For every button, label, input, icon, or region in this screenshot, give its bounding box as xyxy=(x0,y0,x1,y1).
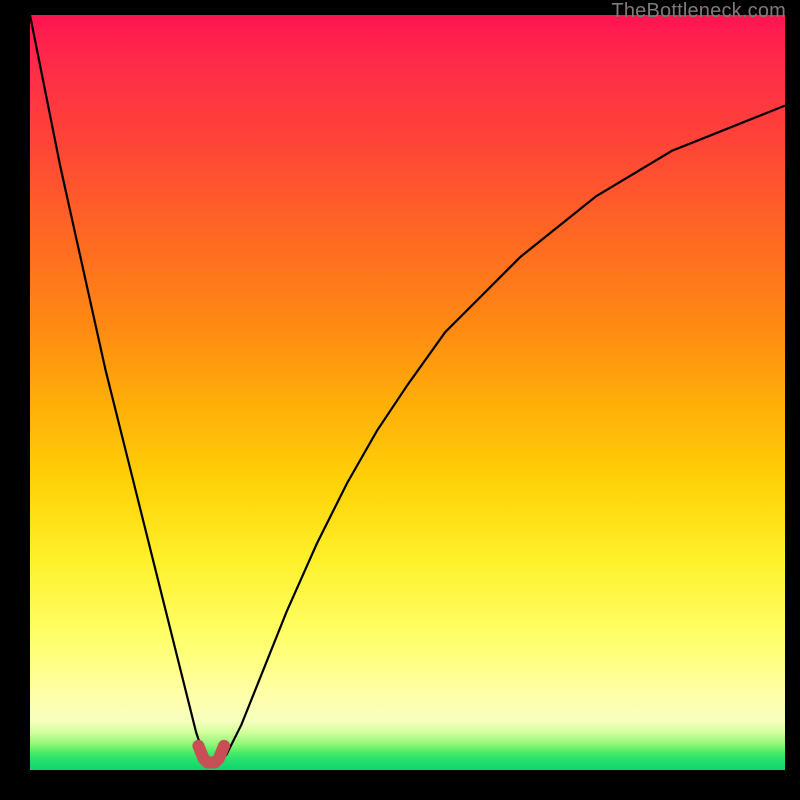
chart-frame: TheBottleneck.com xyxy=(0,0,800,800)
bottleneck-curve xyxy=(30,15,785,762)
minimum-marker xyxy=(198,746,224,763)
curve-layer xyxy=(30,15,785,770)
plot-area xyxy=(30,15,785,770)
watermark-text: TheBottleneck.com xyxy=(611,0,786,23)
